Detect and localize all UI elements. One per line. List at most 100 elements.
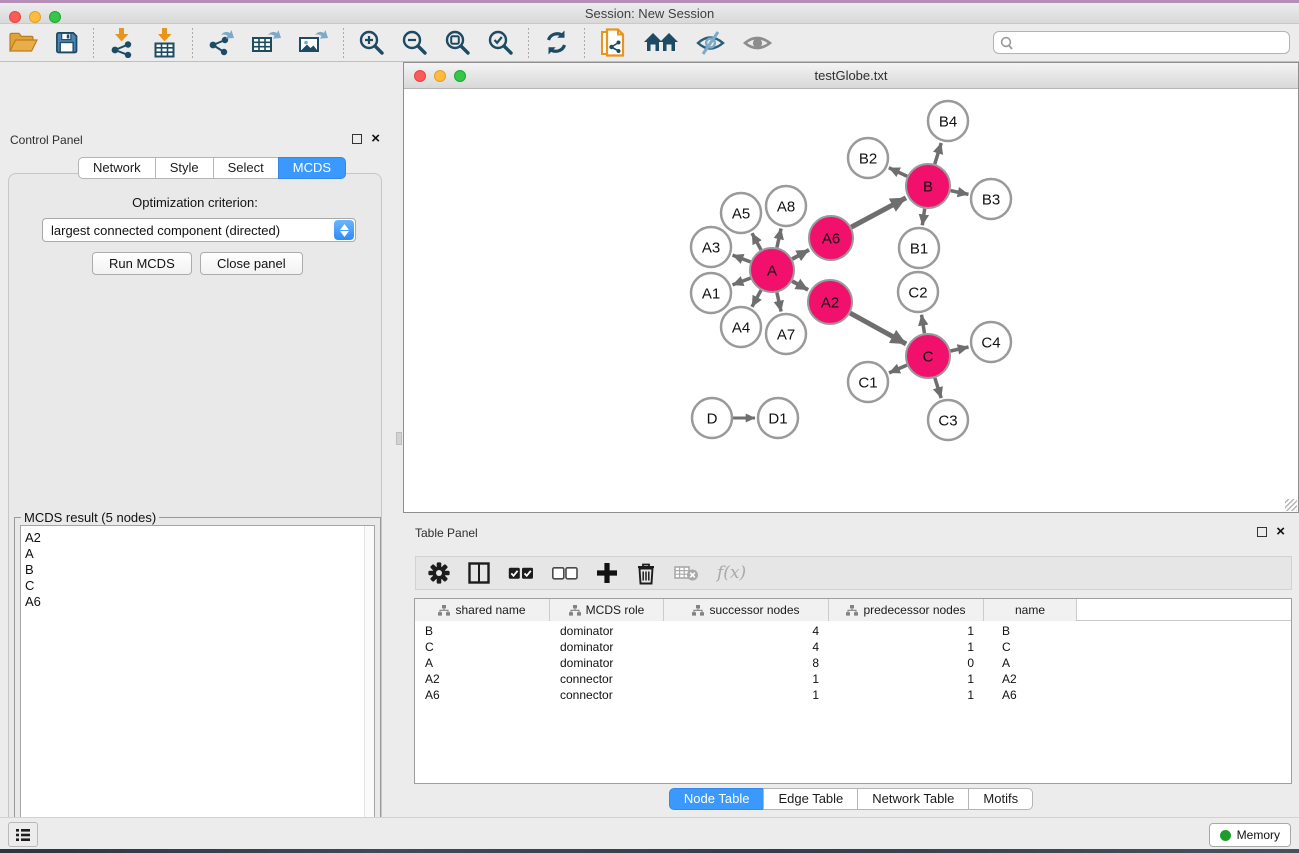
column-panel-icon[interactable] bbox=[468, 562, 490, 584]
maximize-window-button[interactable] bbox=[49, 11, 61, 23]
table-cell[interactable]: B bbox=[984, 623, 1077, 639]
zoom-fit-icon[interactable] bbox=[436, 26, 479, 60]
table-row[interactable]: Bdominator41B bbox=[415, 623, 1291, 639]
table-row[interactable]: Adominator80A bbox=[415, 655, 1291, 671]
tab-style[interactable]: Style bbox=[155, 157, 214, 179]
home-icon[interactable] bbox=[635, 26, 687, 60]
edge-A-A6[interactable] bbox=[792, 250, 809, 259]
column-header-MCDS-role[interactable]: MCDS role bbox=[550, 599, 664, 621]
criterion-dropdown[interactable]: largest connected component (directed) bbox=[42, 218, 356, 242]
save-icon[interactable] bbox=[46, 26, 87, 60]
network-canvas[interactable]: AA1A2A3A4A5A6A7A8BB1B2B3B4CC1C2C3C4DD1 bbox=[404, 89, 1298, 512]
export-network-icon[interactable] bbox=[199, 26, 243, 60]
table-tab-motifs[interactable]: Motifs bbox=[968, 788, 1033, 810]
table-cell[interactable]: A6 bbox=[415, 687, 550, 703]
node-table[interactable]: shared nameMCDS rolesuccessor nodesprede… bbox=[414, 598, 1292, 784]
eye-slash-icon[interactable] bbox=[687, 26, 734, 60]
edge-A-A1[interactable] bbox=[733, 278, 751, 285]
tab-mcds[interactable]: MCDS bbox=[278, 157, 346, 179]
search-field[interactable] bbox=[993, 31, 1290, 54]
edge-B-B3[interactable] bbox=[951, 191, 969, 195]
resize-grip[interactable] bbox=[1285, 499, 1297, 511]
zoom-out-icon[interactable] bbox=[393, 26, 436, 60]
copy-network-icon[interactable] bbox=[591, 26, 635, 60]
export-table-icon[interactable] bbox=[243, 26, 290, 60]
tab-network[interactable]: Network bbox=[78, 157, 156, 179]
delete-table-icon[interactable] bbox=[674, 564, 699, 582]
table-cell[interactable]: 8 bbox=[664, 655, 829, 671]
table-cell[interactable]: A6 bbox=[984, 687, 1077, 703]
minimize-window-button[interactable] bbox=[29, 11, 41, 23]
minimize-network-button[interactable] bbox=[434, 70, 446, 82]
table-cell[interactable]: 4 bbox=[664, 623, 829, 639]
open-folder-icon[interactable] bbox=[0, 26, 46, 60]
table-tab-node-table[interactable]: Node Table bbox=[669, 788, 765, 810]
table-cell[interactable]: connector bbox=[550, 687, 664, 703]
table-cell[interactable]: A bbox=[415, 655, 550, 671]
table-tab-network-table[interactable]: Network Table bbox=[857, 788, 969, 810]
float-panel-icon[interactable] bbox=[1257, 527, 1267, 537]
mcds-result-item[interactable]: C bbox=[21, 578, 374, 594]
trash-icon[interactable] bbox=[636, 562, 656, 585]
table-cell[interactable]: dominator bbox=[550, 639, 664, 655]
table-cell[interactable]: dominator bbox=[550, 655, 664, 671]
table-cell[interactable]: 4 bbox=[664, 639, 829, 655]
import-network-icon[interactable] bbox=[100, 26, 143, 60]
run-mcds-button[interactable]: Run MCDS bbox=[92, 252, 192, 275]
mcds-result-item[interactable]: A bbox=[21, 546, 374, 562]
edge-B-B4[interactable] bbox=[935, 143, 941, 164]
edge-A-A4[interactable] bbox=[752, 290, 761, 307]
table-cell[interactable]: A2 bbox=[984, 671, 1077, 687]
close-network-button[interactable] bbox=[414, 70, 426, 82]
table-cell[interactable]: 1 bbox=[829, 623, 984, 639]
table-cell[interactable]: C bbox=[984, 639, 1077, 655]
table-cell[interactable]: 1 bbox=[829, 671, 984, 687]
table-cell[interactable]: dominator bbox=[550, 623, 664, 639]
mcds-result-item[interactable]: A6 bbox=[21, 594, 374, 610]
unselect-all-columns-icon[interactable] bbox=[552, 567, 578, 580]
column-header-successor-nodes[interactable]: successor nodes bbox=[664, 599, 829, 621]
table-row[interactable]: A2connector11A2 bbox=[415, 671, 1291, 687]
memory-button[interactable]: Memory bbox=[1209, 823, 1291, 847]
mcds-result-item[interactable]: A2 bbox=[21, 530, 374, 546]
edge-C-C2[interactable] bbox=[922, 315, 925, 334]
task-history-button[interactable] bbox=[8, 822, 38, 847]
edge-A-A8[interactable] bbox=[777, 228, 781, 247]
edge-A2-C[interactable] bbox=[850, 313, 906, 344]
edge-B-B1[interactable] bbox=[922, 209, 924, 225]
gear-icon[interactable] bbox=[428, 562, 450, 584]
import-table-icon[interactable] bbox=[143, 26, 186, 60]
edge-C-C1[interactable] bbox=[889, 365, 907, 373]
close-panel-icon[interactable]: × bbox=[371, 134, 380, 144]
tab-select[interactable]: Select bbox=[213, 157, 279, 179]
table-row[interactable]: Cdominator41C bbox=[415, 639, 1291, 655]
table-cell[interactable]: 1 bbox=[664, 671, 829, 687]
select-all-columns-icon[interactable] bbox=[508, 567, 534, 580]
edge-C-C3[interactable] bbox=[935, 378, 941, 398]
table-cell[interactable]: 0 bbox=[829, 655, 984, 671]
table-cell[interactable]: 1 bbox=[664, 687, 829, 703]
edge-A-A2[interactable] bbox=[792, 281, 808, 290]
eye-icon[interactable] bbox=[734, 26, 781, 60]
float-panel-icon[interactable] bbox=[352, 134, 362, 144]
search-input[interactable] bbox=[1018, 33, 1289, 52]
table-cell[interactable]: C bbox=[415, 639, 550, 655]
table-cell[interactable]: 1 bbox=[829, 687, 984, 703]
column-header-predecessor-nodes[interactable]: predecessor nodes bbox=[829, 599, 984, 621]
mcds-result-list[interactable]: A2ABCA6 bbox=[20, 525, 375, 851]
table-cell[interactable]: A bbox=[984, 655, 1077, 671]
edge-A-A3[interactable] bbox=[733, 255, 751, 262]
zoom-in-icon[interactable] bbox=[350, 26, 393, 60]
table-cell[interactable]: 1 bbox=[829, 639, 984, 655]
table-cell[interactable]: A2 bbox=[415, 671, 550, 687]
scrollbar-track[interactable] bbox=[364, 526, 374, 850]
refresh-icon[interactable] bbox=[535, 26, 578, 60]
close-panel-button[interactable]: Close panel bbox=[200, 252, 303, 275]
close-panel-icon[interactable]: × bbox=[1276, 527, 1285, 537]
table-row[interactable]: A6connector11A6 bbox=[415, 687, 1291, 703]
function-icon[interactable]: f(x) bbox=[717, 563, 746, 583]
table-cell[interactable]: B bbox=[415, 623, 550, 639]
table-cell[interactable]: connector bbox=[550, 671, 664, 687]
column-header-name[interactable]: name bbox=[984, 599, 1077, 621]
add-icon[interactable] bbox=[596, 562, 618, 584]
